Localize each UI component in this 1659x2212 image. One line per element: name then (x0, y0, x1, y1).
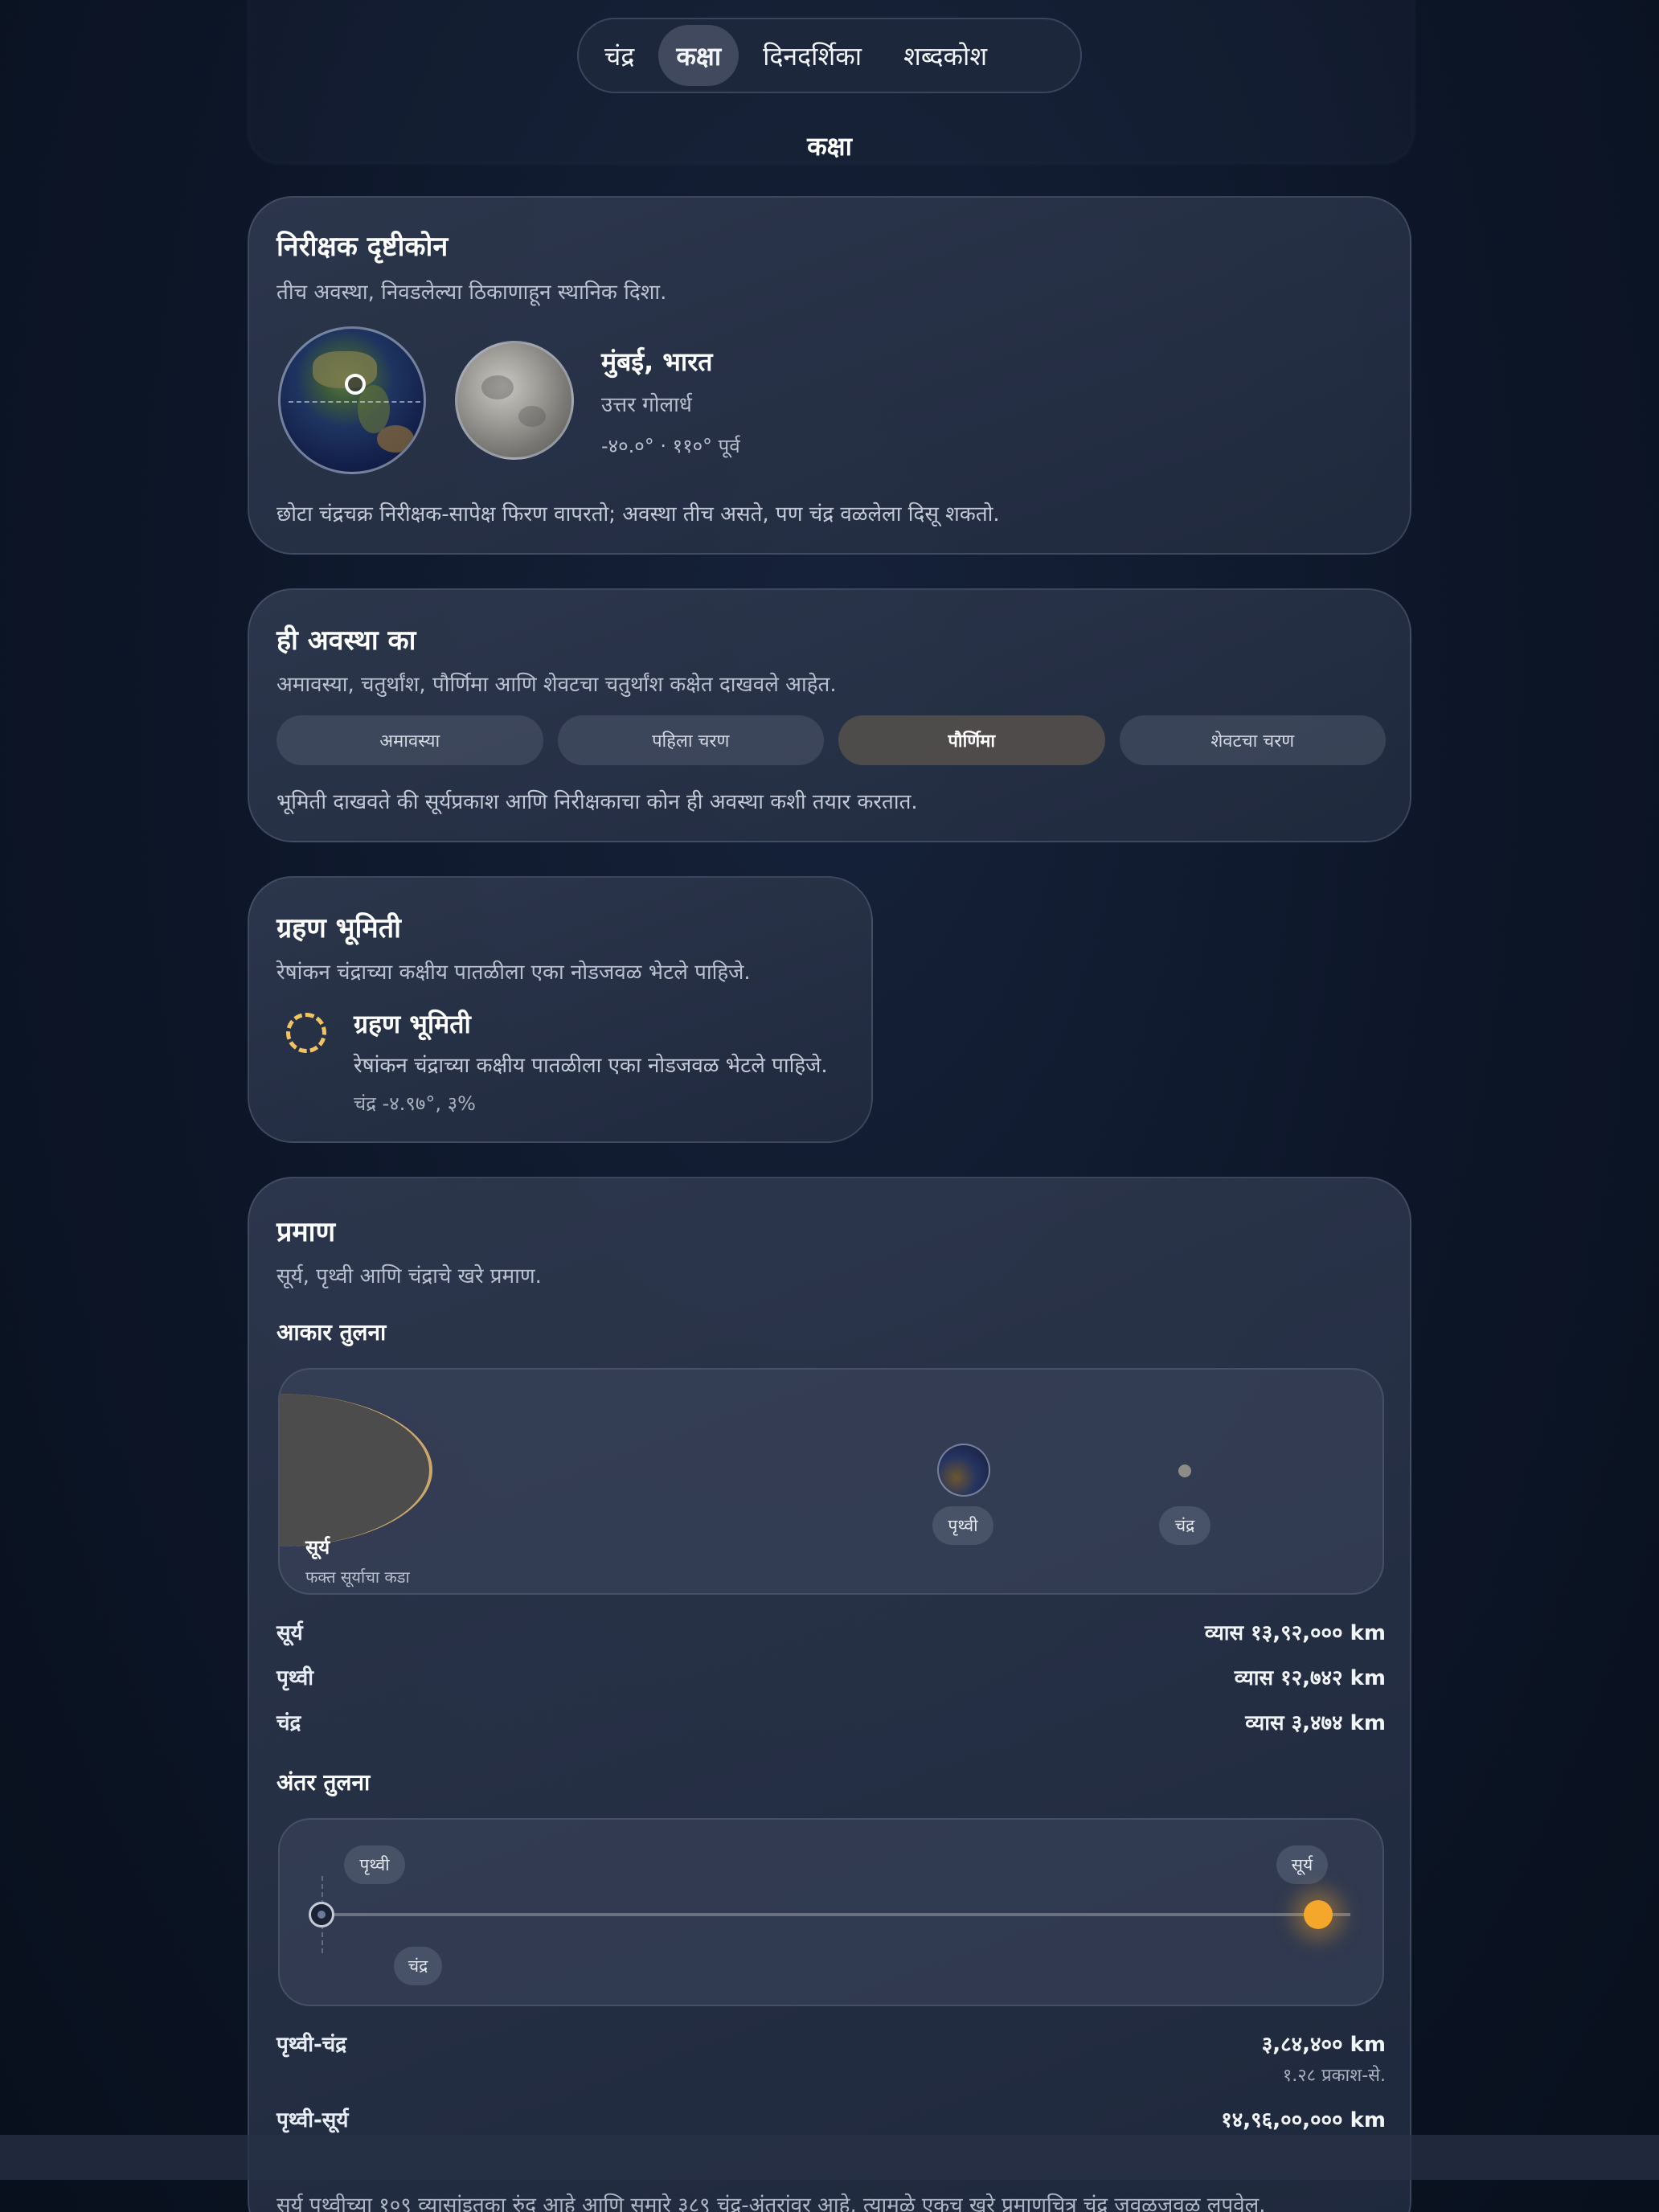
phase-button-new-moon[interactable]: अमावस्या (276, 715, 543, 765)
page-title: कक्षा (807, 131, 852, 162)
tab-moon[interactable]: चंद्र (587, 25, 652, 86)
observer-perspective-card: निरीक्षक दृष्टीकोन तीच अवस्था, निवडलेल्य… (248, 196, 1411, 555)
phase-button-first-quarter[interactable]: पहिला चरण (557, 715, 824, 765)
sun-label: सूर्य (305, 1536, 330, 1559)
phase-selector: अमावस्या पहिला चरण पौर्णिमा शेवटचा चरण (276, 715, 1386, 765)
bottom-toolbar (0, 2135, 1659, 2180)
card-title: ग्रहण भूमिती (276, 912, 401, 944)
distance-moon-label: चंद्र (394, 1947, 442, 1985)
scale-card: प्रमाण सूर्य, पृथ्वी आणि चंद्राचे खरे प्… (248, 1177, 1411, 2212)
phase-reason-card: ही अवस्था का अमावस्या, चतुर्थांश, पौर्णि… (248, 588, 1411, 842)
phase-button-last-quarter[interactable]: शेवटचा चरण (1119, 715, 1386, 765)
card-title: निरीक्षक दृष्टीकोन (276, 231, 449, 263)
diameter-value: व्यास ३,४७४ km (1245, 1711, 1386, 1735)
tab-calendar[interactable]: दिनदर्शिका (745, 25, 879, 86)
card-subtitle: रेषांकन चंद्राच्या कक्षीय पातळीला एका नो… (276, 961, 751, 985)
hemisphere-label: उत्तर गोलार्ध (601, 393, 692, 417)
moon-icon (1178, 1464, 1191, 1477)
earth-dot-icon (309, 1902, 334, 1927)
sun-note: फक्त सूर्याचा कडा (305, 1567, 410, 1587)
eclipse-ring-icon (286, 1013, 326, 1053)
moon-disc-icon (455, 341, 574, 460)
size-comparison-title: आकार तुलना (276, 1319, 387, 1346)
distance-sun-label: सूर्य (1276, 1845, 1328, 1884)
diameter-name: चंद्र (276, 1711, 301, 1735)
eclipse-item-title: ग्रहण भूमिती (354, 1009, 471, 1039)
earth-icon (937, 1444, 990, 1497)
tab-glossary[interactable]: शब्दकोश (886, 25, 1005, 86)
sun-edge-icon (280, 1394, 432, 1546)
eclipse-geometry-card: ग्रहण भूमिती रेषांकन चंद्राच्या कक्षीय प… (248, 876, 873, 1143)
earth-label: पृथ्वी (932, 1506, 993, 1545)
observer-note: छोटा चंद्रचक्र निरीक्षक-सापेक्ष फिरण वाप… (276, 502, 1000, 526)
scale-footer-text: सूर्य पृथ्वीच्या १०९ व्यासांइतका रुंद आह… (276, 2194, 1266, 2212)
diameter-name: सूर्य (276, 1621, 303, 1645)
phase-button-full-moon[interactable]: पौर्णिमा (838, 715, 1105, 765)
card-subtitle: अमावस्या, चतुर्थांश, पौर्णिमा आणि शेवटचा… (276, 673, 837, 697)
distance-earth-label: पृथ्वी (344, 1845, 405, 1884)
card-title: प्रमाण (276, 1216, 336, 1248)
phase-note: भूमिती दाखवते की सूर्यप्रकाश आणि निरीक्ष… (276, 790, 918, 814)
tab-orbit[interactable]: कक्षा (658, 25, 739, 86)
earth-sun-line (322, 1913, 1350, 1916)
diameter-value: व्यास १२,७४२ km (1234, 1666, 1386, 1690)
top-tab-bar: चंद्र कक्षा दिनदर्शिका शब्दकोश (577, 18, 1082, 93)
distance-comparison-title: अंतर तुलना (276, 1769, 371, 1796)
distance-value: १४,९६,००,००० km (1221, 2108, 1386, 2132)
location-name: मुंबई, भारत (601, 346, 713, 377)
eclipse-item-value: चंद्र -४.९७°, ३% (354, 1092, 476, 1115)
distance-value: ३,८४,४०० km (1261, 2033, 1386, 2057)
eclipse-item-description: रेषांकन चंद्राच्या कक्षीय पातळीला एका नो… (354, 1054, 828, 1078)
card-subtitle: तीच अवस्था, निवडलेल्या ठिकाणाहून स्थानिक… (276, 281, 667, 305)
earth-globe-icon (278, 326, 426, 474)
moon-label: चंद्र (1159, 1506, 1210, 1545)
diameter-value: व्यास १३,९२,००० km (1204, 1621, 1386, 1645)
distance-light-time: १.२८ प्रकाश-से. (1282, 2066, 1386, 2086)
card-subtitle: सूर्य, पृथ्वी आणि चंद्राचे खरे प्रमाण. (276, 1264, 542, 1288)
sun-dot-icon (1304, 1900, 1333, 1929)
card-title: ही अवस्था का (276, 625, 416, 657)
size-comparison-panel: सूर्य फक्त सूर्याचा कडा पृथ्वी चंद्र (278, 1368, 1384, 1595)
distance-name: पृथ्वी-चंद्र (276, 2033, 347, 2057)
distance-name: पृथ्वी-सूर्य (276, 2108, 349, 2132)
diameter-name: पृथ्वी (276, 1666, 313, 1690)
distance-comparison-panel: पृथ्वी सूर्य चंद्र (278, 1818, 1384, 2006)
coordinates-label: -४०.०° · ११०° पूर्व (601, 435, 740, 457)
observer-location-marker (345, 374, 366, 395)
